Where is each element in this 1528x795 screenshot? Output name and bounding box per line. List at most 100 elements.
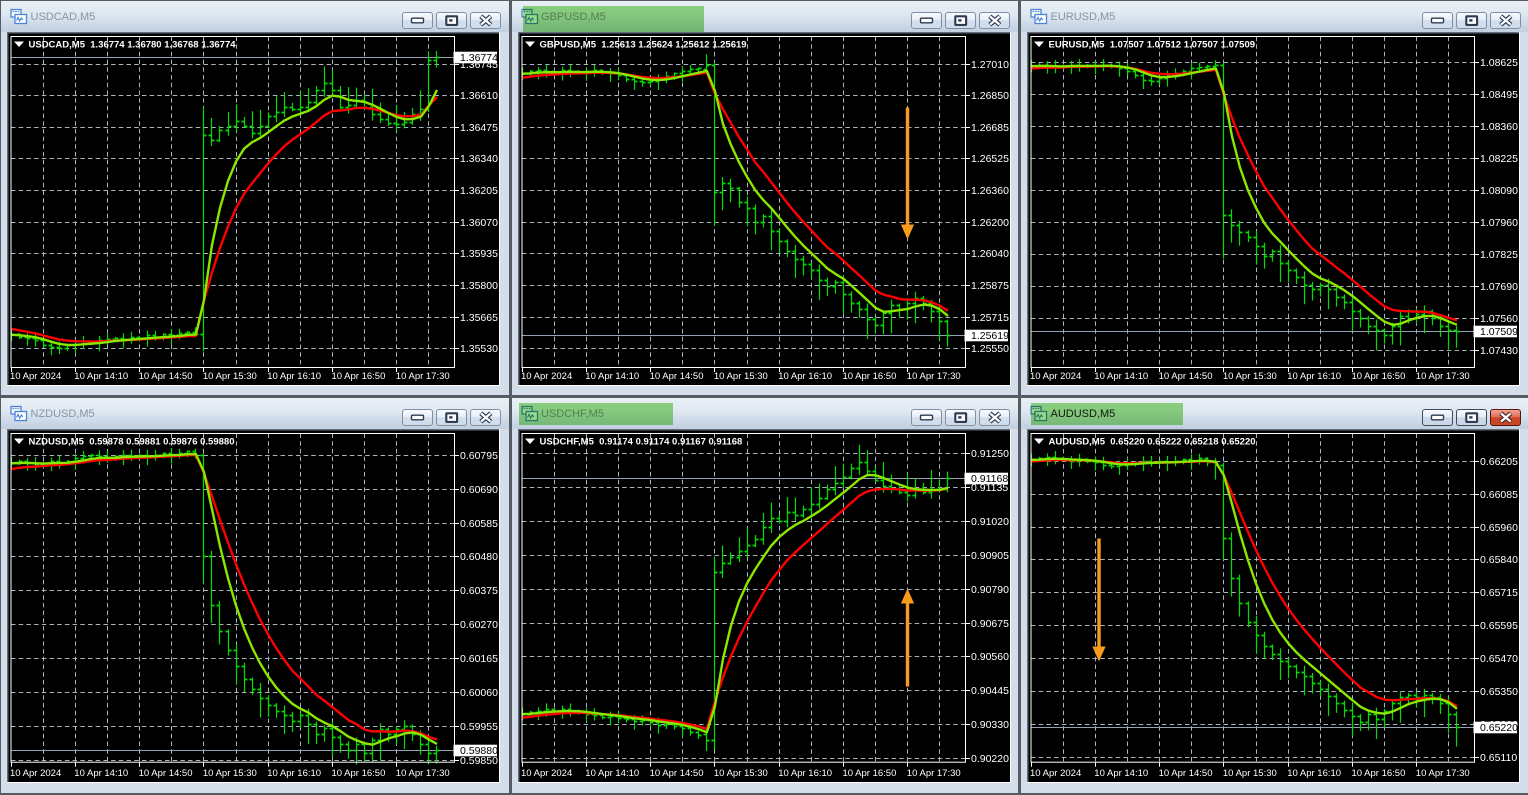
svg-text:1.26685: 1.26685 [971,122,1009,134]
svg-text:10 Apr 16:50: 10 Apr 16:50 [842,371,896,382]
svg-text:1.36340: 1.36340 [460,153,498,165]
svg-text:10 Apr 14:50: 10 Apr 14:50 [649,371,703,382]
svg-text:0.60165: 0.60165 [460,653,498,665]
svg-text:1.07509: 1.07509 [1480,326,1518,338]
svg-text:0.91020: 0.91020 [971,516,1009,528]
svg-text:1.07690: 1.07690 [1480,281,1518,293]
svg-text:1.07960: 1.07960 [1480,217,1518,229]
svg-text:0.65715: 0.65715 [1480,587,1518,599]
svg-text:1.35530: 1.35530 [460,343,498,355]
svg-text:10 Apr 15:30: 10 Apr 15:30 [203,371,257,382]
svg-text:10 Apr 17:30: 10 Apr 17:30 [906,768,960,779]
svg-text:10 Apr 2024: 10 Apr 2024 [521,371,572,382]
svg-text:1.27010: 1.27010 [971,59,1009,71]
svg-text:10 Apr 14:50: 10 Apr 14:50 [649,768,703,779]
svg-text:0.90220: 0.90220 [971,753,1009,765]
svg-text:10 Apr 14:50: 10 Apr 14:50 [139,768,193,779]
svg-text:10 Apr 17:30: 10 Apr 17:30 [1416,768,1470,779]
svg-text:10 Apr 14:10: 10 Apr 14:10 [1094,768,1148,779]
svg-text:10 Apr 2024: 10 Apr 2024 [1030,371,1081,382]
svg-text:0.65470: 0.65470 [1480,653,1518,665]
svg-text:10 Apr 2024: 10 Apr 2024 [1030,768,1081,779]
svg-text:10 Apr 14:10: 10 Apr 14:10 [585,768,639,779]
svg-text:0.90905: 0.90905 [971,550,1009,562]
svg-text:10 Apr 16:10: 10 Apr 16:10 [778,371,832,382]
svg-text:10 Apr 2024: 10 Apr 2024 [10,371,61,382]
svg-text:10 Apr 15:30: 10 Apr 15:30 [713,371,767,382]
svg-text:0.59880: 0.59880 [460,745,498,757]
svg-text:0.66085: 0.66085 [1480,489,1518,501]
svg-text:1.35800: 1.35800 [460,280,498,292]
svg-text:1.25550: 1.25550 [971,343,1009,355]
svg-text:USDCHF,M5 0.91174 0.91174 0.9: USDCHF,M5 0.91174 0.91174 0.91167 0.9116… [539,437,742,448]
svg-text:10 Apr 15:30: 10 Apr 15:30 [1223,768,1277,779]
svg-text:10 Apr 17:30: 10 Apr 17:30 [396,768,450,779]
svg-text:10 Apr 14:10: 10 Apr 14:10 [1094,371,1148,382]
svg-text:10 Apr 14:50: 10 Apr 14:50 [1159,371,1213,382]
svg-text:GBPUSD,M5 1.25613 1.25624 1.2: GBPUSD,M5 1.25613 1.25624 1.25612 1.2561… [539,40,746,51]
svg-text:1.26850: 1.26850 [971,90,1009,102]
svg-text:10 Apr 16:50: 10 Apr 16:50 [842,768,896,779]
svg-text:10 Apr 16:50: 10 Apr 16:50 [1352,768,1406,779]
svg-text:1.26200: 1.26200 [971,217,1009,229]
svg-text:0.59955: 0.59955 [460,721,498,733]
svg-text:10 Apr 16:10: 10 Apr 16:10 [778,768,832,779]
svg-text:1.26360: 1.26360 [971,185,1009,197]
svg-text:0.90560: 0.90560 [971,651,1009,663]
svg-text:10 Apr 16:10: 10 Apr 16:10 [267,768,321,779]
svg-text:10 Apr 16:50: 10 Apr 16:50 [1352,371,1406,382]
svg-text:1.26525: 1.26525 [971,153,1009,165]
svg-text:10 Apr 2024: 10 Apr 2024 [10,768,61,779]
svg-text:0.91168: 0.91168 [971,473,1008,485]
svg-text:1.36774: 1.36774 [460,52,498,64]
svg-text:0.60795: 0.60795 [460,450,498,462]
svg-text:0.65350: 0.65350 [1480,686,1518,698]
svg-text:10 Apr 17:30: 10 Apr 17:30 [906,371,960,382]
svg-text:0.65220: 0.65220 [1480,722,1518,734]
svg-text:10 Apr 14:50: 10 Apr 14:50 [1159,768,1213,779]
svg-text:0.65960: 0.65960 [1480,522,1518,534]
svg-text:10 Apr 16:50: 10 Apr 16:50 [332,371,386,382]
svg-text:1.36205: 1.36205 [460,185,498,197]
svg-text:0.60060: 0.60060 [460,687,498,699]
svg-text:10 Apr 14:50: 10 Apr 14:50 [139,371,193,382]
svg-text:1.08495: 1.08495 [1480,89,1518,101]
svg-text:0.65595: 0.65595 [1480,620,1518,632]
svg-text:0.60270: 0.60270 [460,619,498,631]
svg-text:1.08625: 1.08625 [1480,57,1518,69]
svg-text:0.90675: 0.90675 [971,618,1009,630]
svg-text:0.90445: 0.90445 [971,685,1009,697]
svg-text:10 Apr 17:30: 10 Apr 17:30 [1416,371,1470,382]
svg-text:0.60375: 0.60375 [460,585,498,597]
svg-text:1.07430: 1.07430 [1480,345,1518,357]
svg-text:0.65110: 0.65110 [1480,752,1517,764]
svg-text:0.66205: 0.66205 [1480,456,1518,468]
svg-text:AUDUSD,M5 0.65220 0.65222 0.6: AUDUSD,M5 0.65220 0.65222 0.65218 0.6522… [1049,437,1256,448]
svg-text:1.36070: 1.36070 [460,217,498,229]
svg-text:1.08360: 1.08360 [1480,121,1518,133]
svg-text:1.08225: 1.08225 [1480,153,1518,165]
svg-text:10 Apr 2024: 10 Apr 2024 [521,768,572,779]
svg-text:1.36610: 1.36610 [460,90,498,102]
svg-text:1.35935: 1.35935 [460,248,498,260]
svg-text:1.07560: 1.07560 [1480,313,1518,325]
svg-text:10 Apr 16:10: 10 Apr 16:10 [267,371,321,382]
svg-text:1.36475: 1.36475 [460,122,498,134]
svg-text:0.65840: 0.65840 [1480,554,1518,566]
svg-text:1.07825: 1.07825 [1480,249,1518,261]
svg-text:NZDUSD,M5 0.59878 0.59881 0.5: NZDUSD,M5 0.59878 0.59881 0.59876 0.5988… [29,437,235,448]
svg-text:0.91250: 0.91250 [971,448,1009,460]
svg-text:10 Apr 16:10: 10 Apr 16:10 [1287,768,1341,779]
svg-text:10 Apr 14:10: 10 Apr 14:10 [74,371,128,382]
svg-text:0.60480: 0.60480 [460,551,498,563]
svg-text:0.60585: 0.60585 [460,518,498,530]
svg-text:1.26040: 1.26040 [971,248,1009,260]
svg-text:0.60690: 0.60690 [460,484,498,496]
svg-text:1.35665: 1.35665 [460,312,498,324]
svg-text:USDCAD,M5 1.36774 1.36780 1.3: USDCAD,M5 1.36774 1.36780 1.36768 1.3677… [29,40,237,51]
svg-text:10 Apr 17:30: 10 Apr 17:30 [396,371,450,382]
svg-text:10 Apr 15:30: 10 Apr 15:30 [1223,371,1277,382]
svg-text:10 Apr 14:10: 10 Apr 14:10 [74,768,128,779]
svg-text:EURUSD,M5 1.07507 1.07512 1.0: EURUSD,M5 1.07507 1.07512 1.07507 1.0750… [1049,40,1256,51]
svg-text:1.25875: 1.25875 [971,280,1009,292]
